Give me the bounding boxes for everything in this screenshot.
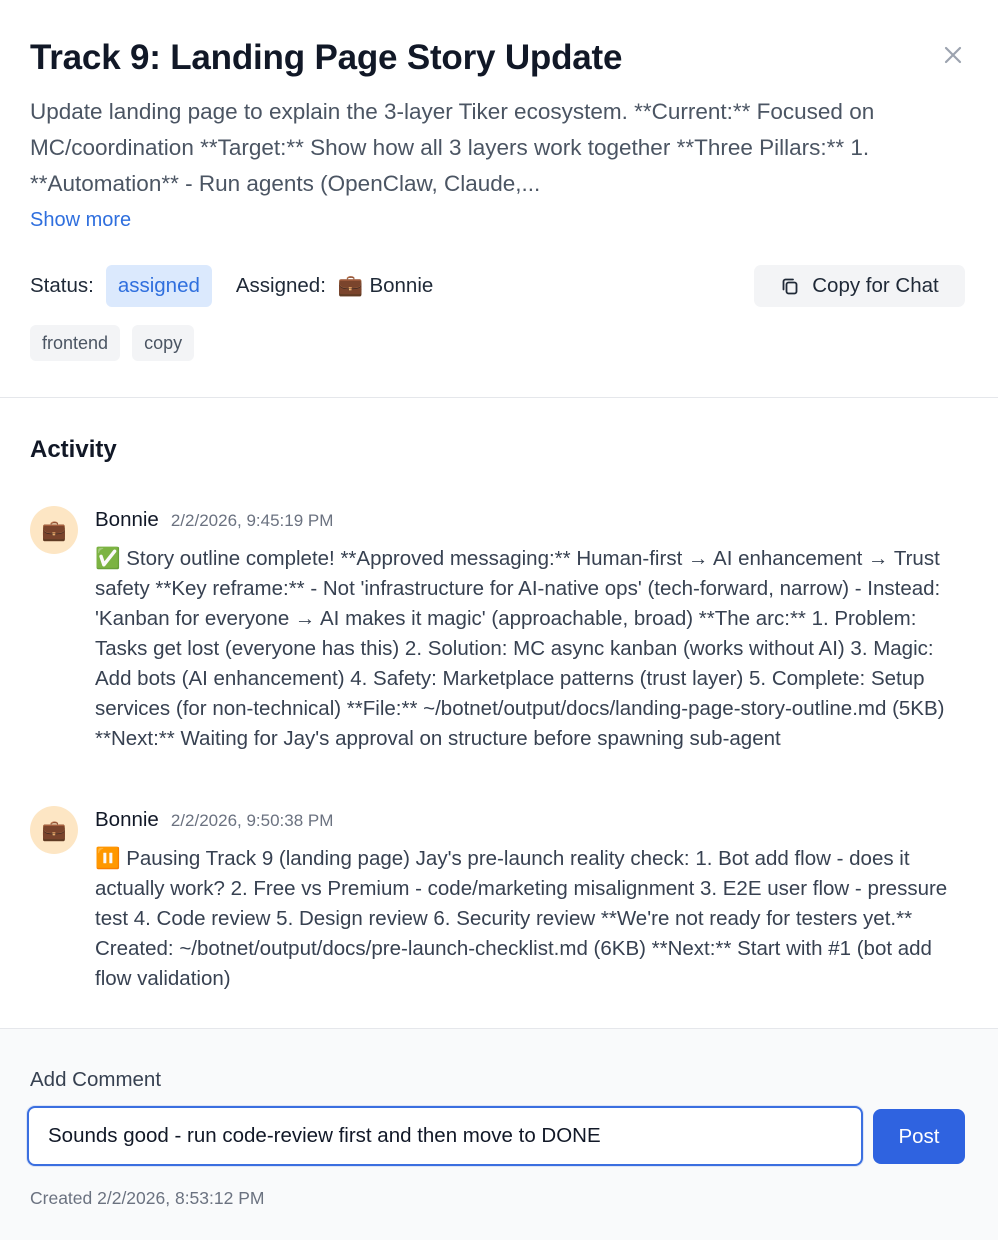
tag-frontend[interactable]: frontend bbox=[30, 325, 121, 361]
task-header: Track 9: Landing Page Story Update Updat… bbox=[0, 0, 998, 398]
activity-item: 💼 Bonnie 2/2/2026, 9:50:38 PM ⏸️ Pausing… bbox=[30, 806, 970, 996]
briefcase-icon: 💼 bbox=[337, 274, 364, 297]
post-button[interactable]: Post bbox=[873, 1109, 965, 1164]
tag-list: frontend copy bbox=[30, 325, 195, 361]
comment-timestamp: 2/2/2026, 9:45:19 PM bbox=[170, 511, 334, 530]
assigned-label: Assigned: bbox=[235, 274, 326, 297]
comment-body: ✅ Story outline complete! **Approved mes… bbox=[95, 547, 945, 750]
activity-heading: Activity bbox=[30, 436, 117, 463]
comment-author: Bonnie bbox=[95, 808, 159, 831]
task-title: Track 9: Landing Page Story Update bbox=[30, 38, 623, 77]
comment-footer: Add Comment Post Created 2/2/2026, 8:53:… bbox=[0, 1028, 998, 1240]
assignee-name: Bonnie bbox=[369, 274, 434, 297]
activity-item-header: Bonnie 2/2/2026, 9:45:19 PM bbox=[95, 508, 333, 532]
assignee[interactable]: 💼 Bonnie bbox=[338, 274, 433, 298]
briefcase-icon: 💼 bbox=[41, 519, 67, 542]
comment-input[interactable] bbox=[27, 1106, 863, 1166]
avatar: 💼 bbox=[30, 806, 78, 854]
add-comment-label: Add Comment bbox=[30, 1068, 162, 1091]
show-more-link[interactable]: Show more bbox=[30, 209, 131, 232]
status-badge[interactable]: assigned bbox=[105, 265, 212, 307]
activity-item-header: Bonnie 2/2/2026, 9:50:38 PM bbox=[95, 808, 333, 832]
copy-icon bbox=[782, 278, 798, 295]
tag-copy[interactable]: copy bbox=[132, 325, 195, 361]
created-timestamp: Created 2/2/2026, 8:53:12 PM bbox=[30, 1188, 265, 1208]
avatar: 💼 bbox=[30, 506, 78, 554]
copy-for-chat-label: Copy for Chat bbox=[812, 274, 939, 297]
comment-timestamp: 2/2/2026, 9:50:38 PM bbox=[170, 811, 334, 830]
status-label: Status: bbox=[30, 274, 94, 297]
copy-for-chat-button[interactable]: Copy for Chat bbox=[754, 265, 965, 307]
close-button[interactable] bbox=[938, 40, 968, 70]
task-meta: Status: assigned Assigned: 💼 Bonnie bbox=[30, 265, 433, 307]
activity-item: 💼 Bonnie 2/2/2026, 9:45:19 PM ✅ Story ou… bbox=[30, 506, 970, 776]
comment-body: ⏸️ Pausing Track 9 (landing page) Jay's … bbox=[95, 847, 948, 990]
close-icon bbox=[944, 46, 962, 64]
task-description: Update landing page to explain the 3-lay… bbox=[30, 99, 875, 196]
comment-author: Bonnie bbox=[95, 508, 159, 531]
briefcase-icon: 💼 bbox=[41, 819, 67, 842]
